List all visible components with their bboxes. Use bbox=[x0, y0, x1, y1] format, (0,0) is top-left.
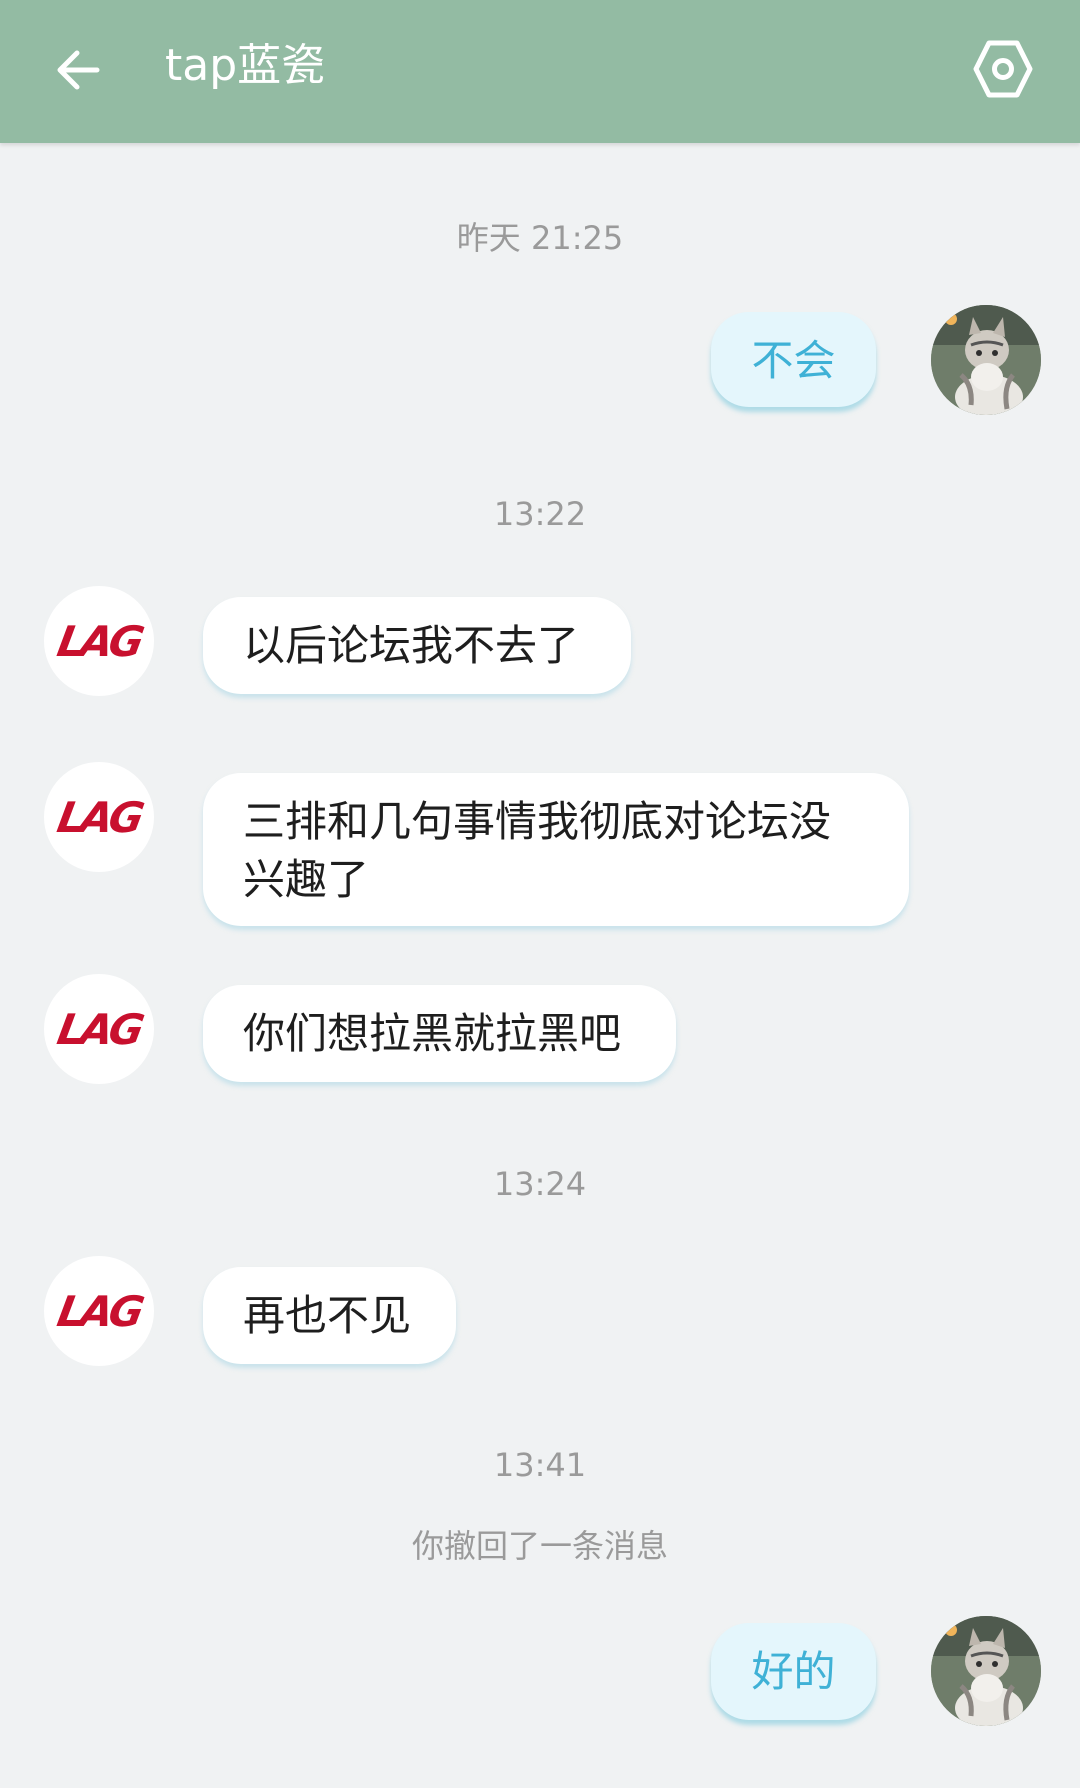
timestamp: 13:22 bbox=[493, 495, 587, 533]
cat-avatar-image bbox=[931, 305, 1041, 415]
recall-notice: 你撤回了一条消息 bbox=[411, 1527, 668, 1565]
cat-avatar-image bbox=[931, 1616, 1041, 1726]
contact-avatar[interactable]: LAG bbox=[44, 586, 154, 696]
lag-logo: LAG bbox=[53, 792, 145, 842]
arrow-left-icon bbox=[57, 50, 100, 90]
lag-logo: LAG bbox=[53, 1286, 145, 1336]
contact-avatar[interactable]: LAG bbox=[44, 974, 154, 1084]
settings-hexagon-icon bbox=[973, 40, 1033, 98]
chat-title: tap蓝瓷 bbox=[165, 40, 326, 91]
timestamp: 昨天 21:25 bbox=[456, 219, 624, 257]
settings-button[interactable] bbox=[962, 28, 1044, 110]
message-list[interactable]: 昨天 21:25 不会 13:22 LAG 以后论坛我不去了 LAG 三排和几句… bbox=[0, 143, 1080, 1788]
contact-avatar[interactable]: LAG bbox=[44, 1256, 154, 1366]
my-avatar[interactable] bbox=[931, 305, 1041, 415]
incoming-message-bubble[interactable]: 你们想拉黑就拉黑吧 bbox=[203, 985, 676, 1082]
lag-logo: LAG bbox=[53, 616, 145, 666]
top-app-bar: tap蓝瓷 bbox=[0, 0, 1080, 143]
my-avatar[interactable] bbox=[931, 1616, 1041, 1726]
lag-logo: LAG bbox=[53, 1004, 145, 1054]
outgoing-message-bubble[interactable]: 好的 bbox=[711, 1623, 876, 1720]
back-button[interactable] bbox=[38, 30, 118, 110]
incoming-message-bubble[interactable]: 以后论坛我不去了 bbox=[203, 597, 631, 694]
incoming-message-bubble[interactable]: 再也不见 bbox=[203, 1267, 456, 1364]
outgoing-message-bubble[interactable]: 不会 bbox=[711, 312, 876, 407]
timestamp: 13:24 bbox=[493, 1165, 587, 1203]
contact-avatar[interactable]: LAG bbox=[44, 762, 154, 872]
timestamp: 13:41 bbox=[493, 1446, 587, 1484]
incoming-message-bubble[interactable]: 三排和几句事情我彻底对论坛没兴趣了 bbox=[203, 773, 909, 926]
